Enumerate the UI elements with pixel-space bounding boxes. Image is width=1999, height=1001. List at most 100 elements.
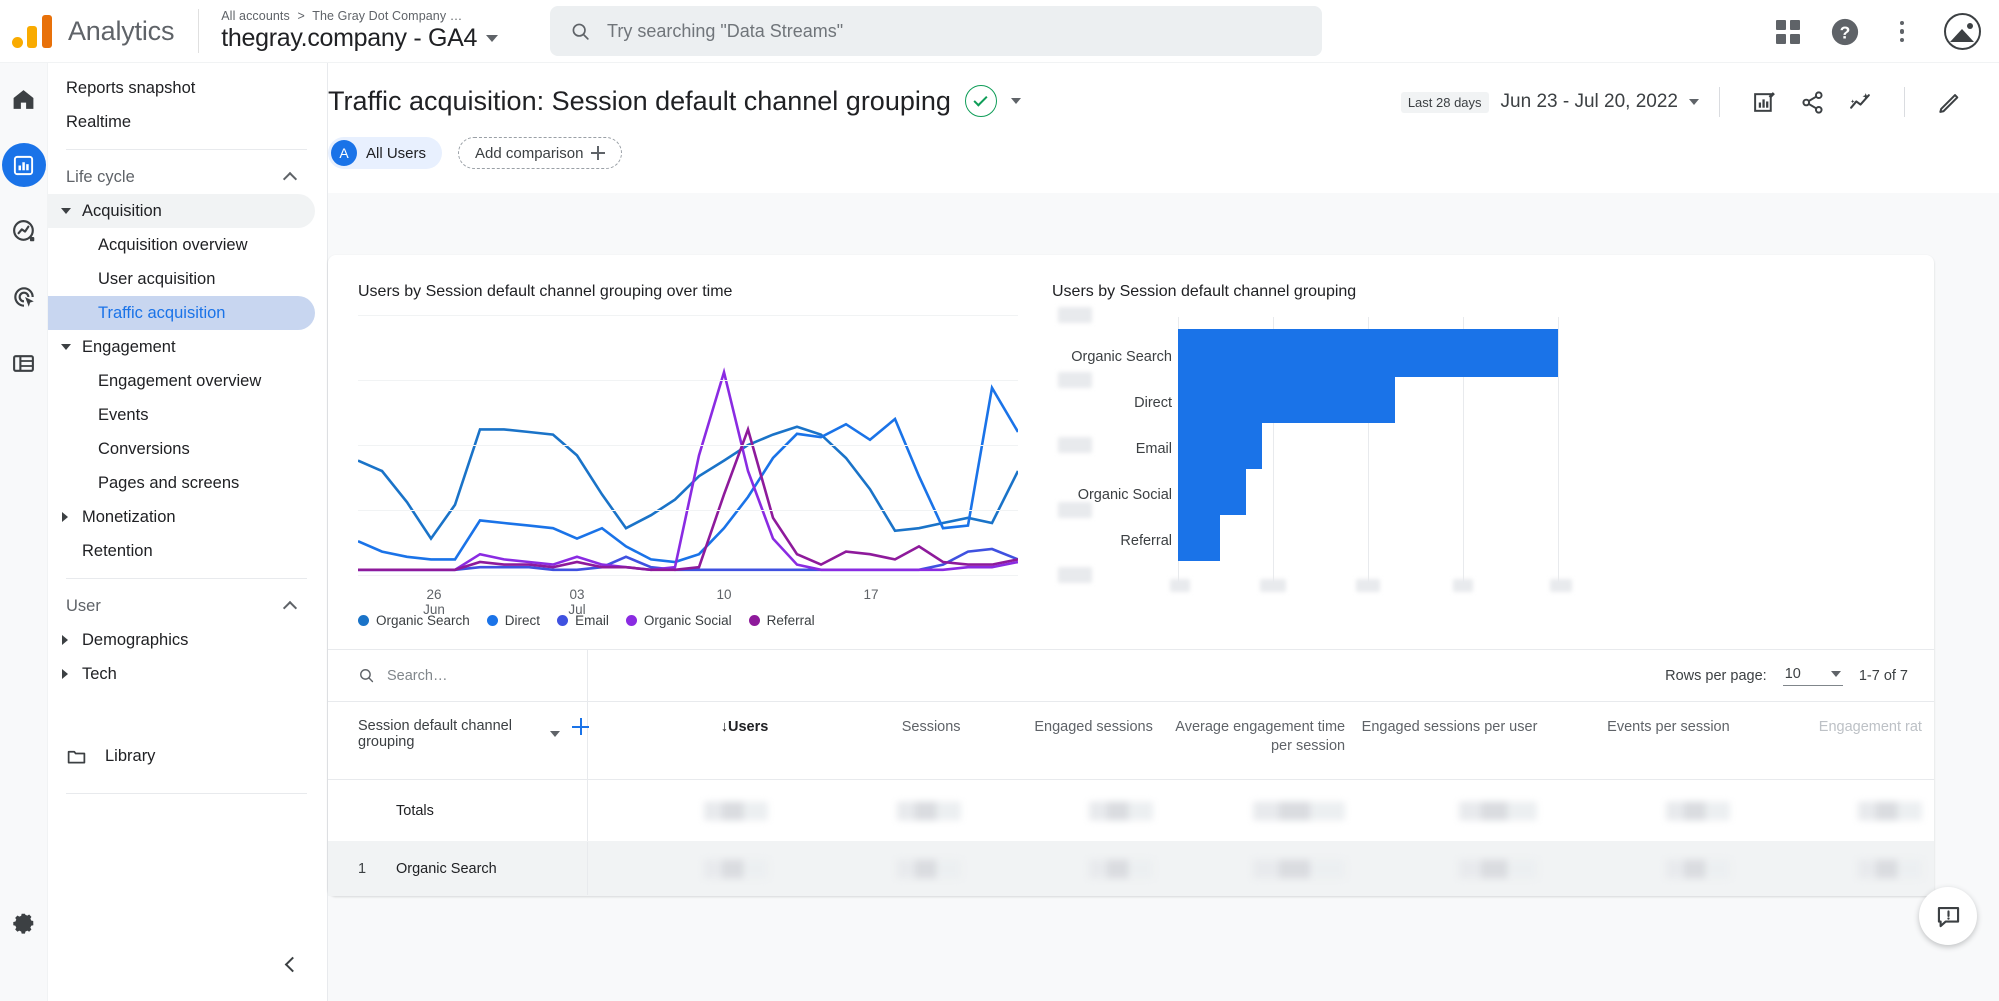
- add-dimension-button[interactable]: [572, 718, 589, 735]
- rail-item-configure[interactable]: [2, 341, 46, 385]
- sidebar-item-traffic-acquisition[interactable]: Traffic acquisition: [48, 296, 315, 330]
- report-card: Users by Session default channel groupin…: [328, 255, 1934, 896]
- rail-item-advertising[interactable]: [2, 275, 46, 319]
- account-selector[interactable]: All accounts > The Gray Dot Company … th…: [221, 9, 499, 53]
- dimension-select[interactable]: Session default channel grouping: [358, 718, 561, 750]
- table-row[interactable]: 1 Organic Search: [328, 842, 1934, 896]
- bar-email[interactable]: [1178, 421, 1262, 469]
- sidebar-item-engagement-overview[interactable]: Engagement overview: [48, 364, 315, 398]
- date-range-picker[interactable]: Jun 23 - Jul 20, 2022: [1501, 91, 1699, 113]
- legend-label: Email: [575, 613, 609, 628]
- table-header-sessions[interactable]: Sessions: [780, 702, 972, 779]
- bar-chart-title: Users by Session default channel groupin…: [1052, 283, 1357, 300]
- sidebar-item-acquisition-overview[interactable]: Acquisition overview: [48, 228, 315, 262]
- sidebar-item-monetization[interactable]: Monetization: [48, 500, 315, 534]
- legend-swatch: [486, 615, 498, 626]
- sidebar-item-pages-and-screens[interactable]: Pages and screens: [48, 466, 315, 500]
- chevron-up-icon[interactable]: [282, 600, 298, 616]
- dimension-label: Session default channel grouping: [358, 718, 512, 750]
- divider: [1719, 87, 1720, 117]
- redacted-value: [1459, 801, 1538, 820]
- sidebar-item-label: Conversions: [98, 439, 190, 458]
- legend-swatch: [625, 615, 637, 626]
- legend-item-organic-social[interactable]: Organic Social: [625, 613, 732, 628]
- add-comparison-button[interactable]: Add comparison: [458, 137, 623, 169]
- bar-chart-plot[interactable]: Organic Search Direct Email Organic Soci…: [1071, 317, 1698, 607]
- bar-direct[interactable]: [1178, 375, 1395, 423]
- table-header-engaged-sessions-per-user[interactable]: Engaged sessions per user: [1357, 702, 1549, 779]
- chevron-down-icon[interactable]: [486, 35, 499, 42]
- sidebar-item-label: Tech: [82, 664, 117, 683]
- table-header-users[interactable]: ↓Users: [588, 702, 780, 779]
- table-header-avg-engagement-time[interactable]: Average engagement time per session: [1165, 702, 1357, 779]
- chevron-down-icon[interactable]: [1010, 98, 1021, 104]
- rows-per-page-select[interactable]: 10: [1782, 666, 1843, 686]
- sidebar-item-engagement[interactable]: Engagement: [48, 330, 315, 364]
- sidebar-item-label: Reports snapshot: [66, 78, 196, 97]
- legend-item-organic-search[interactable]: Organic Search: [358, 613, 470, 628]
- chart-edit-icon[interactable]: [1747, 85, 1781, 119]
- company-logo-avatar[interactable]: [1944, 13, 1981, 50]
- table-search-input[interactable]: Search…: [328, 649, 588, 702]
- sidebar-item-user-acquisition[interactable]: User acquisition: [48, 262, 315, 296]
- sidebar-item-acquisition[interactable]: Acquisition: [48, 194, 315, 228]
- table-toolbar: Search… Rows per page: 10 1-7 of 7: [328, 649, 1934, 702]
- chevron-up-icon[interactable]: [282, 171, 298, 187]
- totals-value-cell: [1549, 780, 1741, 841]
- table-header-engaged-sessions[interactable]: Engaged sessions: [973, 702, 1165, 779]
- check-circle-icon[interactable]: [964, 85, 997, 117]
- legend-item-referral[interactable]: Referral: [748, 613, 815, 628]
- pencil-icon[interactable]: [1932, 85, 1966, 119]
- row-rank: 1: [358, 860, 367, 877]
- feedback-button[interactable]: [1919, 887, 1977, 945]
- bar-organic-social[interactable]: [1178, 467, 1246, 515]
- rail-item-reports[interactable]: [1, 143, 46, 187]
- line-chart-plot[interactable]: 26 Jun 03 Jul 10 17: [357, 307, 1092, 617]
- x-axis-label-redacted: [1170, 579, 1190, 592]
- rail-item-settings[interactable]: [2, 903, 46, 947]
- sidebar-collapse-button[interactable]: [275, 949, 305, 979]
- series-organic-search: [357, 425, 1020, 541]
- x-tick-label: 10: [716, 587, 732, 602]
- help-circle-icon[interactable]: ?: [1830, 17, 1860, 47]
- sidebar-item-realtime[interactable]: Realtime: [48, 105, 315, 139]
- top-bar: Analytics All accounts > The Gray Dot Co…: [0, 0, 1999, 63]
- legend-item-email[interactable]: Email: [557, 613, 609, 628]
- bar-chart-icon: [13, 155, 34, 175]
- sidebar-item-label: Realtime: [66, 112, 132, 131]
- more-vertical-icon[interactable]: [1887, 17, 1917, 47]
- top-bar-actions: ?: [1773, 0, 1981, 63]
- sidebar-item-conversions[interactable]: Conversions: [48, 432, 315, 466]
- bar-organic-search[interactable]: [1178, 329, 1558, 377]
- sidebar-item-library[interactable]: Library: [48, 739, 315, 773]
- table-header-events-per-session[interactable]: Events per session: [1549, 702, 1741, 779]
- row-label: Organic Search: [396, 860, 497, 877]
- legend-item-direct[interactable]: Direct: [486, 613, 540, 628]
- property-name[interactable]: thegray.company - GA4: [221, 24, 499, 53]
- data-table: Search… Rows per page: 10 1-7 of 7 Sessi…: [328, 649, 1934, 896]
- search-placeholder: Try searching "Data Streams": [607, 20, 844, 41]
- bar-category-label: Email: [1135, 441, 1172, 457]
- search-input[interactable]: Try searching "Data Streams": [550, 6, 1322, 56]
- rail-item-home[interactable]: [2, 77, 46, 121]
- search-icon: [360, 669, 374, 683]
- sidebar-item-reports-snapshot[interactable]: Reports snapshot: [48, 71, 315, 105]
- sidebar-item-demographics[interactable]: Demographics: [48, 623, 315, 657]
- share-icon[interactable]: [1795, 85, 1829, 119]
- brand-label: Analytics: [68, 15, 175, 46]
- sidebar-item-tech[interactable]: Tech: [48, 657, 315, 691]
- insights-sparkle-icon[interactable]: [1843, 85, 1877, 119]
- apps-grid-icon[interactable]: [1773, 17, 1803, 47]
- sidebar-item-label: Acquisition: [82, 201, 162, 220]
- totals-value-cell: [1165, 780, 1357, 841]
- folder-icon: [67, 750, 86, 763]
- rail-item-explore[interactable]: [2, 209, 46, 253]
- sidebar-item-label: Pages and screens: [98, 473, 240, 492]
- bar-referral[interactable]: [1178, 513, 1220, 561]
- sidebar-group-user[interactable]: User: [48, 589, 315, 623]
- sidebar-item-events[interactable]: Events: [48, 398, 315, 432]
- all-users-chip[interactable]: A All Users: [328, 137, 443, 169]
- table-header-engagement-rate[interactable]: Engagement rat: [1742, 702, 1934, 779]
- sidebar-item-retention[interactable]: Retention: [48, 534, 315, 568]
- sidebar-group-life-cycle[interactable]: Life cycle: [48, 160, 315, 194]
